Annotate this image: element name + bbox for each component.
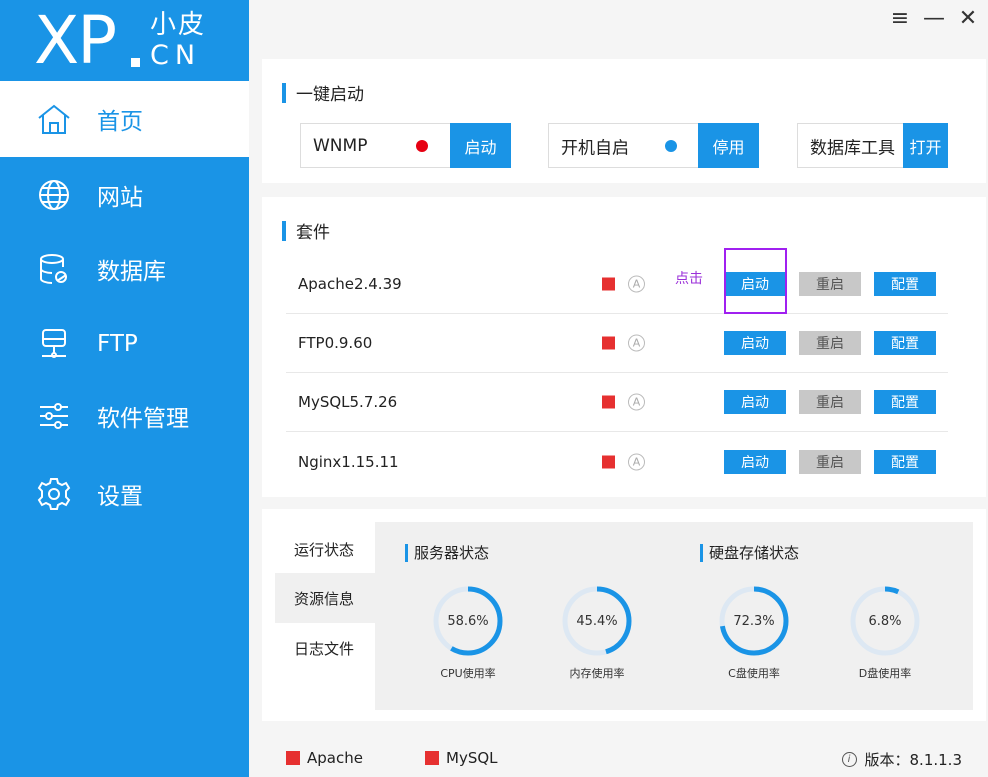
resource-stats: 服务器状态 硬盘存储状态 58.6% CPU使用率 45.4% 内存使用率 72… [375, 522, 973, 710]
service-name: Nginx1.15.11 [298, 452, 399, 471]
wnmp-box: WNMP 启动 [300, 123, 511, 168]
logo-xp: XP [34, 2, 117, 79]
legend-apache: Apache [286, 749, 363, 767]
memory-usage-label: 内存使用率 [569, 667, 625, 680]
service-status-icon [602, 395, 615, 409]
sidebar-item-label: 数据库 [97, 259, 166, 285]
autostart-label: 开机自启 [561, 138, 629, 158]
c-drive-usage-value: 72.3% [733, 613, 775, 629]
autostart-box: 开机自启 停用 [548, 123, 759, 168]
service-row-ftp: FTP0.9.60 A 启动 重启 配置 [286, 314, 948, 373]
service-name: FTP0.9.60 [298, 334, 373, 352]
ftp-config-button[interactable]: 配置 [874, 331, 936, 355]
autostart-icon[interactable]: A [628, 334, 645, 352]
logo-dot [131, 58, 140, 67]
autostart-icon[interactable]: A [628, 393, 645, 411]
sidebar-item-label: 软件管理 [97, 406, 189, 432]
d-drive-usage-label: D盘使用率 [858, 667, 912, 680]
logo-cn-bottom: CN [150, 40, 202, 71]
sidebar-item-settings[interactable]: 设置 [0, 456, 249, 532]
memory-gauge: 45.4% [561, 585, 633, 657]
logo-cn-top: 小皮 [150, 10, 207, 40]
d-drive-gauge: 6.8% [849, 585, 921, 657]
version-info: i 版本： 8.1.1.3 [841, 749, 962, 770]
nginx-config-button[interactable]: 配置 [874, 449, 936, 474]
wnmp-start-button[interactable]: 启动 [450, 123, 511, 168]
database-icon [36, 251, 72, 287]
apache-status-square [286, 751, 300, 765]
sidebar-item-ftp[interactable]: FTP [0, 306, 249, 382]
sidebar-item-label: 设置 [97, 484, 143, 510]
sidebar-item-label: FTP [97, 331, 138, 357]
service-row-mysql: MySQL5.7.26 A 启动 重启 配置 [286, 373, 948, 432]
service-row-nginx: Nginx1.15.11 A 启动 重启 配置 [286, 432, 948, 491]
sidebar: XP 小皮 CN 首页 网站 数据库 FTP 软件管理 设置 [0, 0, 249, 777]
nginx-start-button[interactable]: 启动 [724, 449, 786, 474]
dbtool-label: 数据库工具 [810, 138, 895, 158]
cpu-usage-label: CPU使用率 [440, 667, 496, 680]
service-status-icon [602, 455, 615, 468]
autostart-stop-button[interactable]: 停用 [698, 123, 759, 168]
autostart-icon[interactable]: A [628, 453, 645, 470]
wnmp-label: WNMP [313, 135, 368, 156]
menu-icon[interactable]: ≡ [888, 6, 912, 31]
d-drive-usage-value: 6.8% [868, 613, 902, 629]
sidebar-item-home[interactable]: 首页 [0, 81, 249, 157]
apache-start-button[interactable]: 启动 [724, 272, 786, 296]
c-drive-gauge: 72.3% [718, 585, 790, 657]
memory-usage-value: 45.4% [576, 613, 618, 629]
sidebar-item-website[interactable]: 网站 [0, 157, 249, 233]
server-status-title: 服务器状态 [405, 542, 489, 563]
mysql-start-button[interactable]: 启动 [724, 390, 786, 414]
quickstart-title: 一键启动 [282, 80, 364, 105]
cpu-gauge: 58.6% [432, 585, 504, 657]
apache-restart-button[interactable]: 重启 [799, 272, 861, 296]
tab-run-status[interactable]: 运行状态 [275, 524, 375, 574]
home-icon [36, 101, 72, 137]
ftp-restart-button[interactable]: 重启 [799, 331, 861, 355]
sliders-icon [36, 398, 72, 434]
mysql-config-button[interactable]: 配置 [874, 390, 936, 414]
app-logo: XP 小皮 CN [0, 0, 249, 80]
globe-icon [36, 177, 72, 213]
ftp-start-button[interactable]: 启动 [724, 331, 786, 355]
sidebar-item-database[interactable]: 数据库 [0, 231, 249, 307]
sidebar-item-software[interactable]: 软件管理 [0, 378, 249, 454]
click-hint: 点击 [675, 271, 703, 287]
apache-config-button[interactable]: 配置 [874, 272, 936, 296]
mysql-restart-button[interactable]: 重启 [799, 390, 861, 414]
tab-log-files[interactable]: 日志文件 [275, 623, 375, 673]
legend-mysql: MySQL [425, 749, 498, 767]
tab-resource-info[interactable]: 资源信息 [275, 573, 375, 623]
service-name: MySQL5.7.26 [298, 393, 398, 411]
autostart-status-dot [665, 139, 677, 152]
sidebar-item-label: 网站 [97, 185, 143, 211]
dbtool-box: 数据库工具 打开 [797, 123, 948, 168]
close-icon[interactable]: ✕ [956, 6, 980, 31]
minimize-icon[interactable]: — [922, 6, 946, 31]
service-status-icon [602, 336, 615, 350]
sidebar-item-label: 首页 [97, 109, 143, 135]
c-drive-usage-label: C盘使用率 [728, 667, 780, 680]
autostart-icon[interactable]: A [628, 275, 645, 293]
version-number: 8.1.1.3 [909, 750, 962, 769]
gear-icon [36, 476, 72, 512]
dbtool-open-button[interactable]: 打开 [903, 123, 948, 168]
service-row-apache: Apache2.4.39 A 启动 重启 配置 [286, 255, 948, 314]
nginx-restart-button[interactable]: 重启 [799, 449, 861, 474]
service-status-icon [602, 277, 615, 291]
wnmp-status-dot [416, 139, 428, 152]
version-label: 版本： [864, 751, 910, 769]
disk-status-title: 硬盘存储状态 [700, 542, 799, 563]
suite-title: 套件 [282, 218, 330, 243]
ftp-icon [36, 326, 72, 362]
service-name: Apache2.4.39 [298, 275, 402, 293]
info-icon: i [841, 752, 857, 767]
mysql-status-square [425, 751, 439, 765]
window-controls: ≡ — ✕ [878, 0, 988, 38]
cpu-usage-value: 58.6% [447, 613, 489, 629]
